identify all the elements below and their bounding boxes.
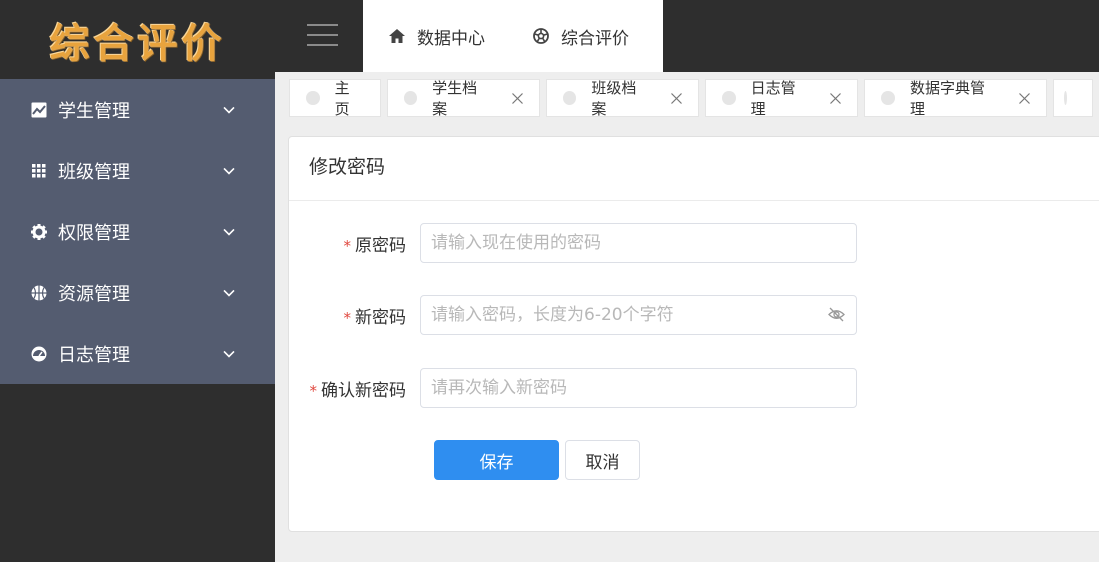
basketball-icon bbox=[30, 284, 48, 302]
sidebar-item-label: 班级管理 bbox=[58, 161, 130, 183]
form-row-confirm-password: * 确认新密码 bbox=[289, 368, 1099, 408]
sidebar-item-label: 权限管理 bbox=[58, 222, 130, 244]
save-button[interactable]: 保存 bbox=[434, 440, 559, 480]
form-row-old-password: * 原密码 bbox=[289, 223, 1099, 263]
confirm-password-input[interactable] bbox=[420, 368, 857, 408]
grid-icon bbox=[30, 162, 48, 180]
chevron-down-icon bbox=[223, 281, 235, 302]
tab-dot-icon bbox=[403, 91, 418, 105]
tab-dot-icon bbox=[306, 91, 320, 105]
form-row-new-password: * 新密码 bbox=[289, 295, 1099, 335]
topnav-item-data-center[interactable]: 数据中心 bbox=[389, 24, 485, 49]
new-password-input[interactable] bbox=[420, 295, 857, 335]
required-mark: * bbox=[309, 381, 318, 400]
old-password-input[interactable] bbox=[420, 223, 857, 263]
gear-icon bbox=[30, 223, 48, 241]
sidebar-item-label: 学生管理 bbox=[58, 100, 130, 122]
tab-label: 班级档案 bbox=[591, 79, 637, 118]
old-password-label: * 原密码 bbox=[343, 235, 407, 256]
sidebar-item-permission[interactable]: 权限管理 bbox=[0, 201, 275, 262]
main-content: 主页 学生档案 班级档案 日志管理 数据字典管理 修改密码 * 原密码 * 新密… bbox=[275, 72, 1099, 562]
tab-dot-icon bbox=[1064, 91, 1067, 105]
change-password-card: 修改密码 * 原密码 * 新密码 * 确认新密码 保存 取消 bbox=[288, 136, 1099, 532]
tab-label: 日志管理 bbox=[750, 79, 796, 118]
tab-label: 学生档案 bbox=[432, 79, 478, 118]
tab-label: 主页 bbox=[334, 79, 350, 118]
tab-home[interactable]: 主页 bbox=[289, 79, 381, 118]
chevron-down-icon bbox=[223, 220, 235, 241]
tab-bar: 主页 学生档案 班级档案 日志管理 数据字典管理 bbox=[289, 79, 1099, 118]
tab-class-archive[interactable]: 班级档案 bbox=[545, 79, 700, 118]
tab-dot-icon bbox=[722, 91, 736, 105]
required-mark: * bbox=[343, 308, 352, 327]
home-icon bbox=[389, 29, 405, 43]
eye-off-icon[interactable] bbox=[828, 306, 845, 327]
close-icon[interactable] bbox=[511, 92, 523, 104]
tab-dot-icon bbox=[881, 91, 895, 105]
close-icon[interactable] bbox=[830, 92, 842, 104]
chevron-down-icon bbox=[223, 159, 235, 180]
top-bar: 数据中心 综合评价 bbox=[275, 0, 1099, 72]
tab-overflow[interactable] bbox=[1053, 79, 1093, 117]
sidebar-menu: 学生管理 班级管理 权限管理 资源管理 日志管理 bbox=[0, 79, 275, 384]
chevron-down-icon bbox=[223, 342, 235, 363]
close-icon[interactable] bbox=[671, 92, 683, 104]
sidebar-item-class[interactable]: 班级管理 bbox=[0, 140, 275, 201]
logo-text: 综合评价 bbox=[49, 19, 226, 67]
sidebar-item-resource[interactable]: 资源管理 bbox=[0, 262, 275, 323]
confirm-password-label: * 确认新密码 bbox=[309, 380, 407, 401]
close-icon[interactable] bbox=[1019, 92, 1030, 104]
new-password-wrap bbox=[420, 295, 857, 335]
sidebar-item-label: 资源管理 bbox=[58, 283, 130, 305]
sidebar-item-student[interactable]: 学生管理 bbox=[0, 79, 275, 140]
page-title: 修改密码 bbox=[289, 137, 1099, 201]
topnav-item-label: 数据中心 bbox=[417, 28, 485, 49]
chevron-down-icon bbox=[223, 98, 235, 119]
sidebar: 综合评价 学生管理 班级管理 权限管理 资源管理 日志管理 bbox=[0, 0, 275, 562]
logo: 综合评价 bbox=[0, 0, 275, 79]
gauge-icon bbox=[30, 345, 48, 363]
cancel-button[interactable]: 取消 bbox=[565, 440, 640, 480]
tab-student-archive[interactable]: 学生档案 bbox=[386, 79, 540, 118]
sidebar-item-log[interactable]: 日志管理 bbox=[0, 323, 275, 384]
top-nav: 数据中心 综合评价 bbox=[363, 0, 663, 72]
sidebar-item-label: 日志管理 bbox=[58, 344, 130, 366]
new-password-label: * 新密码 bbox=[343, 307, 407, 328]
topnav-item-label: 综合评价 bbox=[561, 28, 629, 49]
tab-label: 数据字典管理 bbox=[909, 79, 985, 118]
aperture-icon bbox=[533, 28, 549, 44]
chart-icon bbox=[30, 101, 48, 119]
menu-toggle-icon[interactable] bbox=[307, 24, 338, 48]
topnav-item-evaluation[interactable]: 综合评价 bbox=[533, 24, 629, 49]
required-mark: * bbox=[343, 236, 352, 255]
tab-dictionary-management[interactable]: 数据字典管理 bbox=[864, 79, 1047, 118]
tab-log-management[interactable]: 日志管理 bbox=[705, 79, 859, 118]
tab-dot-icon bbox=[562, 91, 577, 105]
